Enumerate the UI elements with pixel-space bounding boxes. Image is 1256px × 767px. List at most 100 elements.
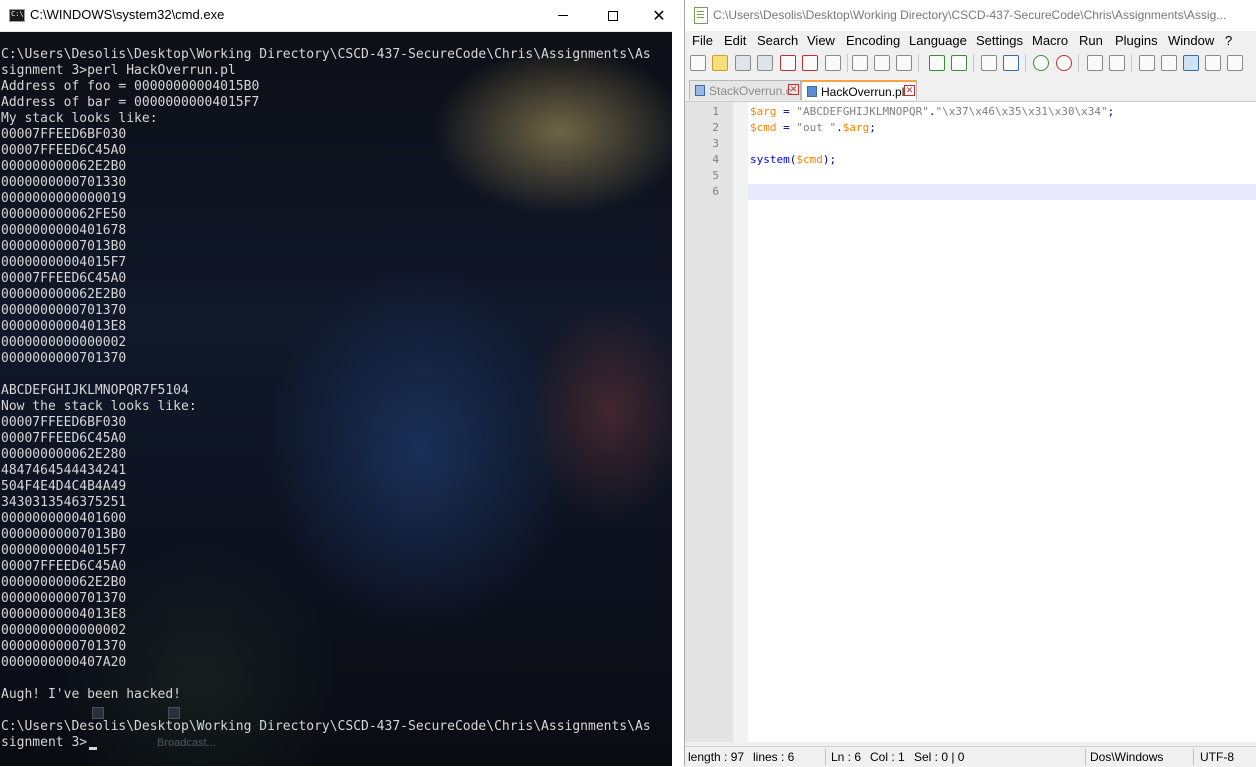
tab-label: HackOverrun.pl: [821, 85, 905, 99]
word-wrap-icon[interactable]: [1139, 55, 1155, 71]
token-operator: ;: [1107, 105, 1115, 118]
minimize-icon: [558, 15, 568, 16]
toolbar-separator: [847, 54, 848, 72]
zoom-out-icon[interactable]: [1056, 55, 1072, 71]
menu-edit[interactable]: Edit: [724, 33, 746, 48]
menu-search[interactable]: Search: [757, 33, 798, 48]
line-number: 5: [712, 169, 719, 182]
code-editor[interactable]: 1 2 3 4 5 6 $arg = "ABCDEFGHIJKLMNOPQR".…: [685, 102, 1256, 742]
notepadpp-window[interactable]: C:\Users\Desolis\Desktop\Working Directo…: [684, 0, 1256, 767]
tab-close-icon[interactable]: ✕: [788, 84, 799, 95]
menu-macro[interactable]: Macro: [1032, 33, 1068, 48]
status-bar: length : 97 lines : 6 Ln : 6 Col : 1 Sel…: [685, 746, 1256, 767]
code-line: $cmd = "out ".$arg;: [750, 120, 876, 136]
cmd-titlebar[interactable]: C:\ C:\WINDOWS\system32\cmd.exe ✕: [0, 0, 672, 32]
menu-language[interactable]: Language: [909, 33, 967, 48]
toolbar-separator: [973, 54, 974, 72]
close-button[interactable]: ✕: [636, 0, 682, 31]
fold-margin[interactable]: [733, 102, 748, 742]
token-function: system: [750, 153, 790, 166]
status-separator: [1085, 749, 1086, 765]
file-tabs: StackOverrun.c ✕ HackOverrun.pl ✕: [685, 77, 1256, 102]
status-ln: Ln : 6: [831, 750, 862, 764]
menu-settings[interactable]: Settings: [976, 33, 1023, 48]
token-variable: $cmd: [796, 153, 823, 166]
desktop-shortcut-icon: [92, 707, 104, 719]
toolbar: [685, 51, 1256, 75]
npp-window-title: C:\Users\Desolis\Desktop\Working Directo…: [713, 8, 1227, 22]
status-col: Col : 1: [870, 750, 905, 764]
copy-icon[interactable]: [874, 55, 890, 71]
menu-run[interactable]: Run: [1079, 33, 1103, 48]
status-separator: [825, 749, 826, 765]
function-list-icon[interactable]: [1227, 55, 1243, 71]
token-operator: .: [836, 121, 843, 134]
status-sel: Sel : 0 | 0: [914, 750, 965, 764]
find-icon[interactable]: [981, 55, 997, 71]
tab-hackoverrun-pl[interactable]: HackOverrun.pl ✕: [801, 80, 917, 100]
paste-icon[interactable]: [896, 55, 912, 71]
npp-titlebar[interactable]: C:\Users\Desolis\Desktop\Working Directo…: [685, 0, 1256, 31]
replace-icon[interactable]: [1003, 55, 1019, 71]
menu-file[interactable]: File: [692, 33, 713, 48]
indent-guide-icon[interactable]: [1183, 55, 1199, 71]
open-file-icon[interactable]: [712, 55, 728, 71]
toolbar-separator: [1078, 54, 1079, 72]
line-number: 1: [712, 105, 719, 118]
status-separator: [1193, 749, 1194, 765]
code-line: $arg = "ABCDEFGHIJKLMNOPQR"."\x37\x46\x3…: [750, 104, 1114, 120]
line-number: 2: [712, 121, 719, 134]
token-variable: $arg: [842, 121, 870, 134]
sync-vertical-icon[interactable]: [1087, 55, 1103, 71]
zoom-in-icon[interactable]: [1033, 55, 1049, 71]
document-map-icon[interactable]: [1205, 55, 1221, 71]
close-icon: ✕: [652, 5, 666, 25]
cmd-window-title: C:\WINDOWS\system32\cmd.exe: [30, 7, 225, 22]
cmd-app-icon[interactable]: C:\: [9, 9, 25, 22]
status-eol[interactable]: Dos\Windows: [1090, 750, 1163, 764]
tab-label: StackOverrun.c: [709, 84, 792, 98]
show-all-chars-icon[interactable]: [1161, 55, 1177, 71]
undo-icon[interactable]: [929, 55, 945, 71]
minimize-button[interactable]: [540, 0, 586, 31]
cmd-app-icon-text: C:\: [11, 10, 24, 18]
line-number-gutter: 1 2 3 4 5 6: [685, 102, 733, 742]
close-all-icon[interactable]: [802, 55, 818, 71]
menu-window[interactable]: Window: [1168, 33, 1214, 48]
menu-view[interactable]: View: [807, 33, 835, 48]
file-icon: [807, 86, 817, 97]
token-operator: ;: [869, 121, 876, 134]
line-number: 4: [712, 153, 719, 166]
toolbar-separator: [1025, 54, 1026, 72]
save-icon[interactable]: [735, 55, 751, 71]
token-operator: );: [822, 153, 837, 166]
line-number: 3: [712, 137, 719, 150]
status-encoding[interactable]: UTF-8: [1200, 750, 1234, 764]
token-variable: $arg: [750, 105, 777, 118]
status-lines: lines : 6: [753, 750, 795, 764]
new-file-icon[interactable]: [690, 55, 706, 71]
sync-horizontal-icon[interactable]: [1109, 55, 1125, 71]
redo-icon[interactable]: [951, 55, 967, 71]
tab-close-icon[interactable]: ✕: [904, 85, 915, 96]
code-line: system($cmd);: [750, 152, 836, 168]
menu-help[interactable]: ?: [1225, 33, 1232, 48]
menu-plugins[interactable]: Plugins: [1115, 33, 1158, 48]
status-length: length : 97: [688, 750, 745, 764]
notepadpp-app-icon[interactable]: [694, 7, 708, 24]
token-string: "\x37\x46\x35\x31\x30\x34": [935, 105, 1108, 118]
cut-icon[interactable]: [852, 55, 868, 71]
tab-stackoverrun-c[interactable]: StackOverrun.c ✕: [689, 80, 801, 100]
terminal-output[interactable]: C:\Users\Desolis\Desktop\Working Directo…: [1, 47, 651, 751]
save-all-icon[interactable]: [757, 55, 773, 71]
maximize-button[interactable]: [590, 0, 636, 31]
menu-encoding[interactable]: Encoding: [846, 33, 900, 48]
token-operator: =: [776, 105, 797, 118]
toolbar-separator: [918, 54, 919, 72]
file-icon: [695, 85, 705, 96]
desktop-icon-label: Broadcast...: [157, 737, 216, 749]
close-file-icon[interactable]: [780, 55, 796, 71]
cmd-window[interactable]: C:\ C:\WINDOWS\system32\cmd.exe ✕ C:\Use…: [0, 0, 672, 766]
token-variable: $cmd: [750, 121, 777, 134]
print-icon[interactable]: [825, 55, 841, 71]
